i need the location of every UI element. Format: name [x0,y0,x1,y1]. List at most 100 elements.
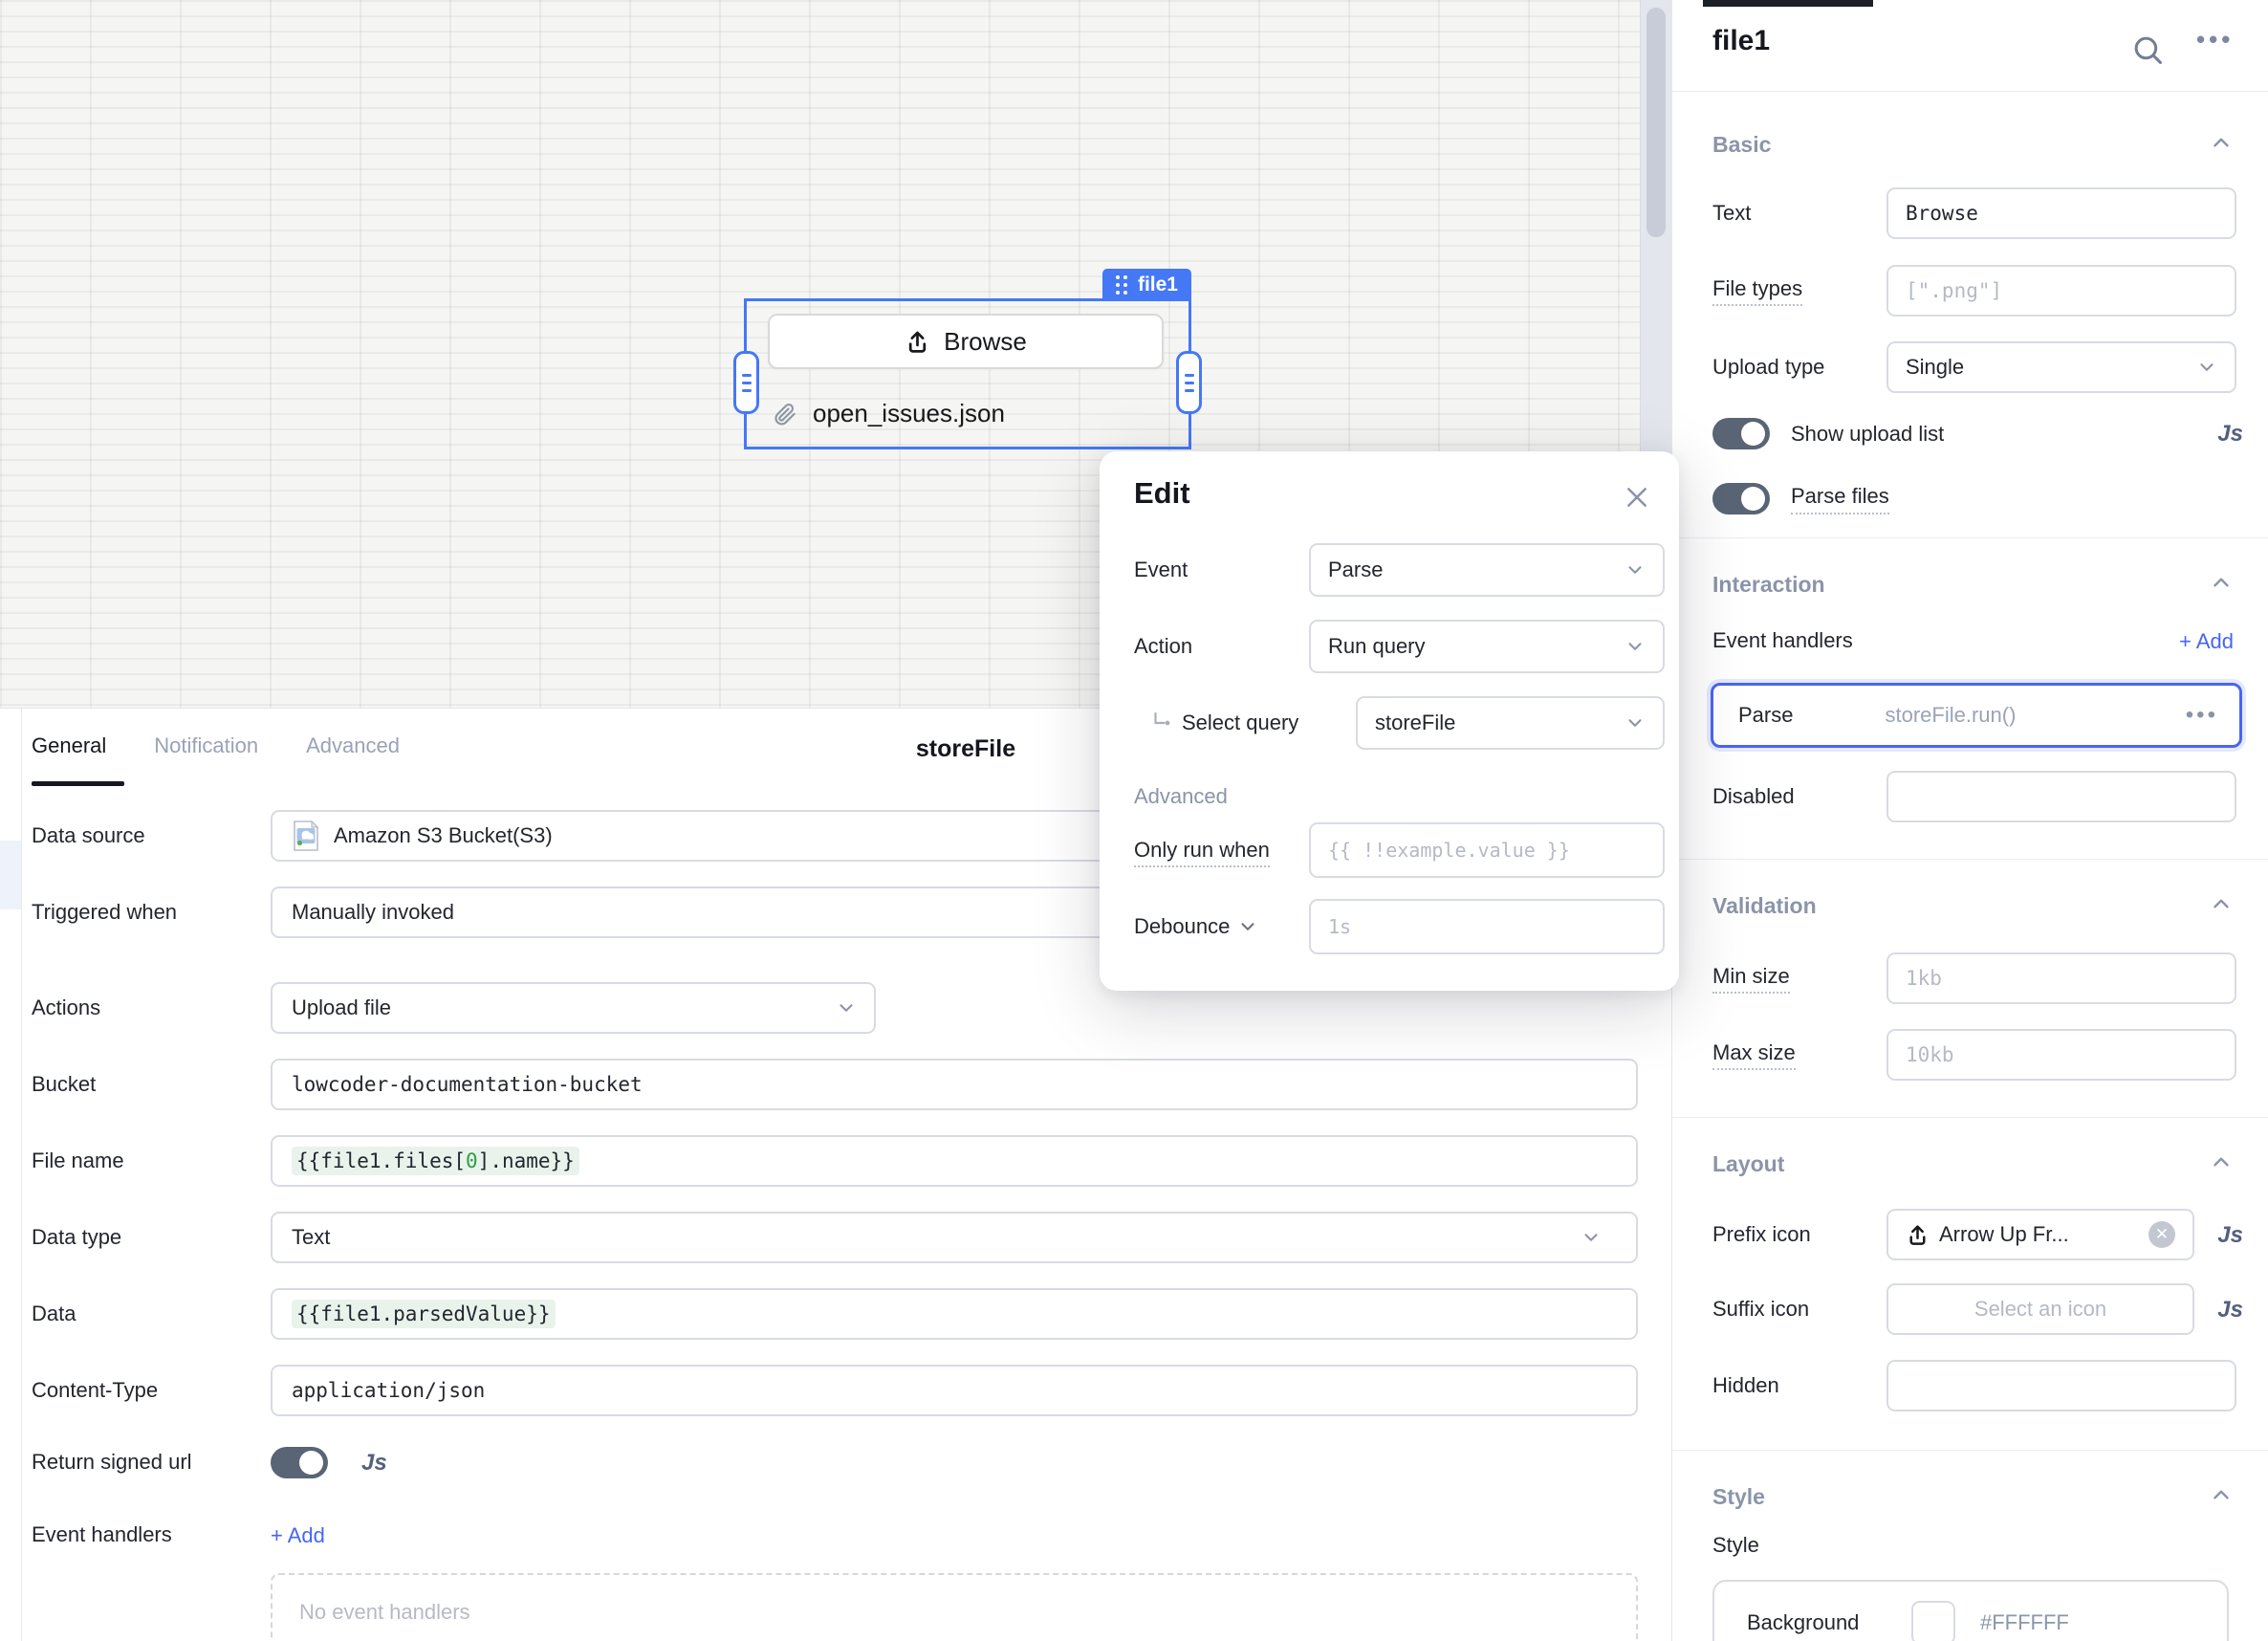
resize-handle-right[interactable] [1176,351,1202,414]
parse-files-row: Parse files [1712,483,1889,514]
canvas-scrollbar-thumb[interactable] [1646,8,1666,237]
file-types-label: File types [1712,276,1802,301]
bucket-input[interactable]: lowcoder-documentation-bucket [271,1059,1638,1110]
file-types-input[interactable]: [".png"] [1886,265,2236,317]
paperclip-icon [772,401,797,427]
select-query-label-row: Select query [1149,696,1298,750]
remove-icon-badge[interactable]: ✕ [2148,1221,2175,1248]
chevron-up-icon[interactable] [2209,1149,2234,1174]
max-size-input[interactable]: 10kb [1886,1029,2236,1081]
background-color-swatch[interactable] [1911,1601,1955,1641]
js-toggle-icon[interactable]: Js [361,1450,387,1477]
only-run-when-input[interactable]: {{ !!example.value }} [1309,822,1665,878]
add-event-handler-link[interactable]: + Add [2179,629,2234,654]
debounce-label-row[interactable]: Debounce [1134,899,1258,954]
data-input[interactable]: {{file1.parsedValue}} [271,1288,1638,1340]
section-header-basic[interactable]: Basic [1712,132,1771,158]
debounce-label: Debounce [1134,900,1230,953]
event-handlers-label: Event handlers [32,1518,172,1552]
actions-select[interactable]: Upload file [271,982,876,1034]
hidden-label: Hidden [1712,1360,1779,1411]
search-icon[interactable] [2129,32,2166,68]
only-run-when-placeholder: {{ !!example.value }} [1328,839,1570,862]
no-event-handlers-box[interactable]: No event handlers [271,1573,1638,1641]
content-type-input[interactable]: application/json [271,1365,1638,1416]
tab-advanced[interactable]: Advanced [306,733,400,758]
upload-type-select[interactable]: Single [1886,341,2236,393]
chevron-up-icon[interactable] [2209,891,2234,916]
section-header-validation[interactable]: Validation [1712,893,1817,919]
triggered-when-value: Manually invoked [292,900,454,925]
handler-action: storeFile.run() [1885,703,2016,728]
text-value: Browse [1906,202,1978,225]
chevron-up-icon[interactable] [2209,570,2234,595]
js-toggle-icon[interactable]: Js [2217,1297,2243,1324]
data-value: {{file1.parsedValue}} [292,1300,556,1328]
query-list-strip [0,709,22,1641]
more-menu-icon[interactable]: ••• [2196,25,2234,55]
min-size-placeholder: 1kb [1906,967,1942,990]
disabled-input[interactable] [1886,771,2236,822]
widget-name-tag[interactable]: file1 [1102,269,1191,301]
tab-general[interactable]: General [32,733,106,758]
resize-handle-left[interactable] [733,351,759,414]
background-color-value: #FFFFFF [1980,1610,2069,1635]
chevron-down-icon [2196,357,2217,378]
properties-panel: file1 ••• Basic Text Browse File types [… [1671,0,2268,1641]
hidden-input[interactable] [1886,1360,2236,1411]
chevron-down-icon [1625,559,1646,580]
browse-button[interactable]: Browse [768,314,1164,369]
query-tabs: General Notification Advanced [32,733,400,758]
divider [1672,1117,2268,1118]
active-tab-underline [32,781,124,786]
data-type-value: Text [292,1225,330,1250]
upload-icon [1906,1223,1930,1247]
data-type-label: Data type [32,1212,121,1263]
chevron-down-icon [836,997,857,1018]
min-size-input[interactable]: 1kb [1886,952,2236,1004]
style-label: Style [1712,1528,1759,1563]
section-header-interaction[interactable]: Interaction [1712,572,1825,598]
modal-advanced-header: Advanced [1134,784,1228,809]
chevron-down-icon [1625,636,1646,657]
event-select[interactable]: Parse [1309,543,1665,597]
select-query-select[interactable]: storeFile [1356,696,1665,750]
file-name-value: {{file1.files[0].name}} [292,1147,579,1175]
file-name-label: File name [32,1135,124,1187]
file-name-input[interactable]: {{file1.files[0].name}} [271,1135,1638,1187]
event-handler-item[interactable]: Parse storeFile.run() ••• [1711,683,2242,748]
parse-files-toggle[interactable] [1712,483,1770,514]
section-header-style[interactable]: Style [1712,1484,1765,1510]
select-query-value: storeFile [1375,711,1455,735]
suffix-icon-placeholder: Select an icon [1974,1297,2106,1322]
s3-datasource-icon [292,820,320,851]
prefix-icon-label: Prefix icon [1712,1209,1811,1260]
prefix-icon-picker[interactable]: Arrow Up Fr... ✕ [1886,1209,2194,1260]
background-style-row: Background #FFFFFF [1712,1580,2229,1641]
js-toggle-icon[interactable]: Js [2217,421,2243,448]
widget-tag-label: file1 [1138,274,1178,296]
suffix-icon-picker[interactable]: Select an icon [1886,1283,2194,1335]
handler-menu-icon[interactable]: ••• [2186,702,2218,729]
no-event-handlers-text: No event handlers [299,1600,470,1625]
file-upload-widget[interactable]: file1 Browse open_issues.json [744,298,1191,449]
tab-notification[interactable]: Notification [154,733,258,758]
text-input[interactable]: Browse [1886,187,2236,239]
prefix-icon-value: Arrow Up Fr... [1939,1222,2069,1247]
chevron-up-icon[interactable] [2209,1482,2234,1507]
add-event-handler-link[interactable]: + Add [271,1523,325,1548]
js-toggle-icon[interactable]: Js [2217,1222,2243,1249]
action-select[interactable]: Run query [1309,620,1665,673]
show-upload-list-toggle[interactable] [1712,418,1770,449]
return-signed-url-toggle[interactable] [271,1447,328,1478]
data-label: Data [32,1288,76,1340]
section-header-layout[interactable]: Layout [1712,1151,1784,1177]
content-type-label: Content-Type [32,1365,158,1416]
file-types-placeholder: [".png"] [1906,279,2002,302]
data-type-select[interactable]: Text [271,1212,1638,1263]
close-icon[interactable] [1622,482,1652,513]
chevron-up-icon[interactable] [2209,130,2234,155]
content-type-value: application/json [292,1379,485,1402]
debounce-input[interactable]: 1s [1309,899,1665,954]
modal-title: Edit [1134,476,1190,511]
